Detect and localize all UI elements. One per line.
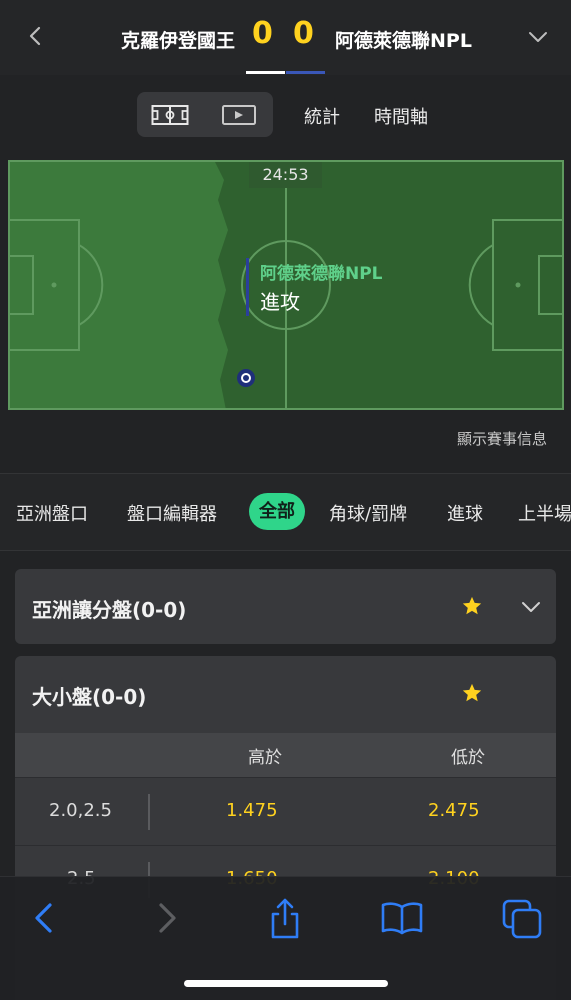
chevron-down-icon[interactable] (520, 596, 542, 618)
over-odds-button[interactable]: 1.475 (226, 800, 278, 821)
away-team-name: 阿德萊德聯NPL (335, 30, 472, 52)
divider (148, 794, 150, 830)
video-play-icon[interactable] (221, 103, 257, 127)
divider (0, 550, 571, 551)
tab-all[interactable]: 全部 (249, 493, 305, 530)
share-icon[interactable] (261, 897, 309, 939)
odds-column-header: 高於 低於 (15, 733, 556, 777)
market-title: 亞洲讓分盤(0-0) (32, 598, 187, 622)
away-score: 0 (293, 16, 314, 51)
away-team-color-bar (286, 71, 325, 74)
home-team-color-bar (246, 71, 285, 74)
market-title: 大小盤(0-0) (32, 685, 147, 709)
goal-line: 2.0,2.5 (49, 800, 112, 821)
star-favorite-icon[interactable] (461, 682, 483, 704)
tab-asian-handicap[interactable]: 亞洲盤口 (16, 500, 88, 526)
show-match-info-link[interactable]: 顯示賽事信息 (457, 428, 547, 449)
market-category-tabs: 亞洲盤口 盤口編輯器 全部 角球/罰牌 進球 上半場 (0, 474, 571, 550)
home-indicator (184, 980, 388, 987)
ball-position-marker (237, 369, 255, 387)
chevron-down-icon[interactable] (527, 26, 549, 48)
match-header: 克羅伊登國王 0 0 阿德萊德聯NPL (0, 0, 571, 75)
home-score: 0 (252, 16, 273, 51)
column-under-label: 低於 (451, 748, 485, 768)
pitch-view-icon[interactable] (151, 103, 189, 127)
column-over-label: 高於 (248, 748, 282, 768)
odds-row: 2.0,2.5 1.475 2.475 (15, 777, 556, 843)
star-favorite-icon[interactable] (461, 595, 483, 617)
market-card-asian-handicap[interactable]: 亞洲讓分盤(0-0) (15, 569, 556, 644)
view-toggle (137, 92, 273, 137)
tab-bet-builder[interactable]: 盤口編輯器 (127, 500, 217, 526)
tab-goals[interactable]: 進球 (447, 500, 483, 526)
under-odds-button[interactable]: 2.475 (428, 800, 480, 821)
attacking-team-name: 阿德萊德聯NPL (260, 264, 383, 284)
tab-first-half[interactable]: 上半場 (518, 500, 571, 526)
attack-status: 進攻 (260, 290, 300, 314)
attack-indicator-bar (246, 258, 249, 316)
home-team-name: 克羅伊登國王 (120, 30, 235, 52)
match-clock: 24:53 (249, 162, 322, 188)
tabs-icon[interactable] (498, 897, 546, 939)
scoreboard: 克羅伊登國王 0 0 阿德萊德聯NPL (0, 16, 571, 58)
bookmarks-icon[interactable] (378, 897, 426, 939)
tab-stats[interactable]: 統計 (304, 103, 340, 129)
live-pitch (8, 160, 564, 410)
forward-arrow-icon[interactable] (143, 897, 191, 939)
tab-corners-cards[interactable]: 角球/罰牌 (329, 500, 407, 526)
back-arrow-icon[interactable] (20, 897, 68, 939)
tab-timeline[interactable]: 時間軸 (374, 103, 428, 129)
